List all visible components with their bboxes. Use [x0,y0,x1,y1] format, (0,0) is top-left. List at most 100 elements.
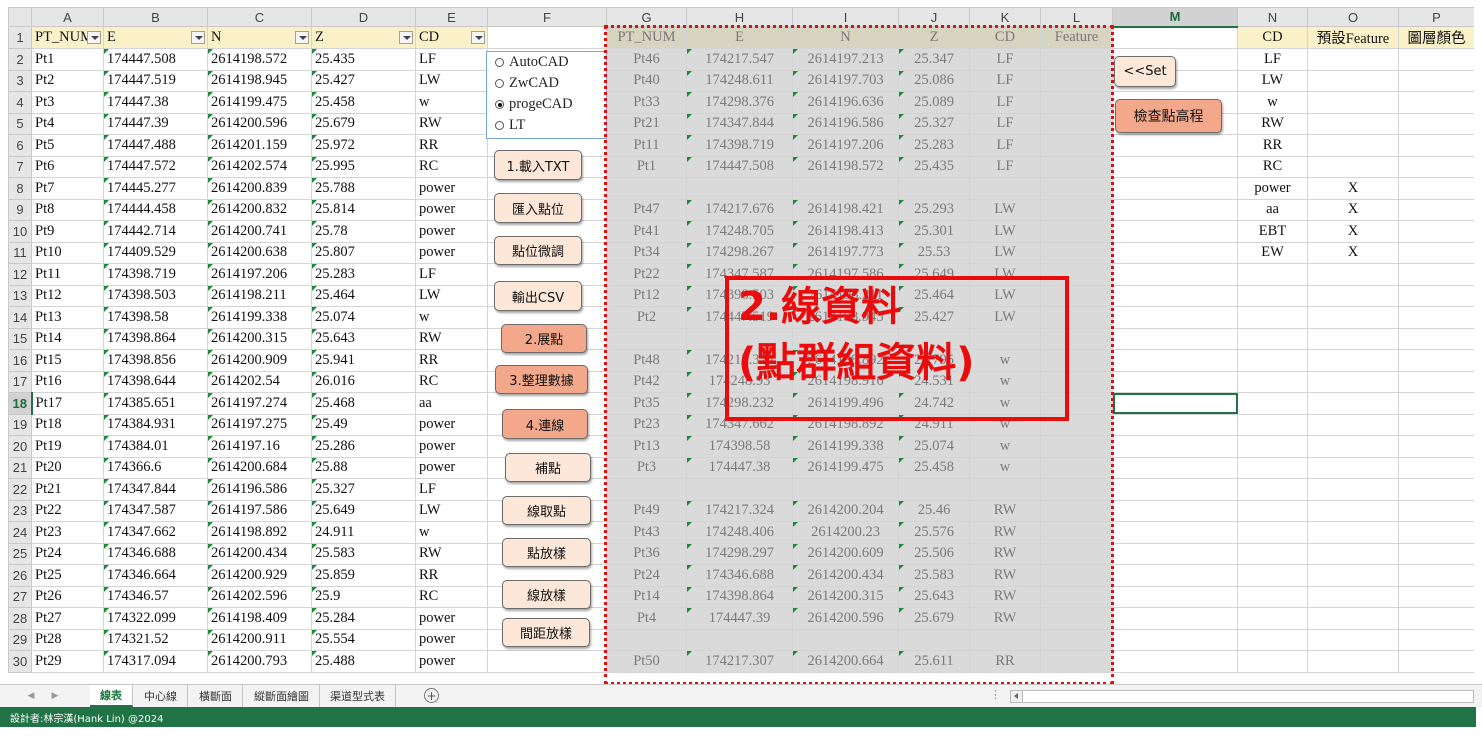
cell-k[interactable]: RW [969,521,1041,544]
cell-j[interactable] [898,628,970,651]
column-header-i[interactable]: I [792,7,899,27]
cell-j[interactable]: 25.464 [898,284,970,307]
add-sheet-icon[interactable]: + [424,688,439,703]
cell-o[interactable]: X [1307,241,1399,264]
column-header-o[interactable]: O [1307,7,1399,27]
cell-k[interactable]: RW [969,585,1041,608]
cell-n[interactable] [1237,413,1308,436]
cell-c[interactable]: 2614197.16 [207,435,312,458]
cell-l[interactable] [1040,91,1113,114]
cell-a[interactable]: Pt11 [31,263,104,286]
cell-a[interactable]: Pt19 [31,435,104,458]
column-header-g[interactable]: G [606,7,687,27]
cad-software-radio-group[interactable]: AutoCAD ZwCAD progeCAD LT [486,51,607,139]
cell-l[interactable] [1040,650,1113,673]
cell-a[interactable]: Pt4 [31,112,104,135]
cell-n[interactable] [1237,284,1308,307]
row-header[interactable]: 12 [8,263,32,286]
cell-k[interactable]: w [969,392,1041,415]
cell-k[interactable]: LW [969,284,1041,307]
cell-b[interactable]: 174398.58 [103,306,208,329]
row-header[interactable]: 2 [8,48,32,71]
header-cell-g[interactable]: PT_NUM [606,26,687,49]
cell-b[interactable]: 174398.864 [103,327,208,350]
row-header[interactable]: 15 [8,327,32,350]
cell-n[interactable] [1237,628,1308,651]
cell-p[interactable] [1398,306,1474,329]
cell-p[interactable] [1398,370,1474,393]
cell-d[interactable]: 25.554 [311,628,416,651]
cell-j[interactable]: 25.089 [898,91,970,114]
cell-m[interactable] [1112,177,1238,200]
header-cell-f[interactable] [487,26,607,49]
cell-g[interactable]: Pt41 [606,220,687,243]
cell-d[interactable]: 25.814 [311,198,416,221]
cell-m[interactable] [1112,241,1238,264]
cell-k[interactable]: RW [969,564,1041,587]
cell-h[interactable]: 174398.503 [686,284,793,307]
cell-h[interactable]: 174217.307 [686,650,793,673]
cell-l[interactable] [1040,155,1113,178]
cell-p[interactable] [1398,220,1474,243]
cell-a[interactable]: Pt13 [31,306,104,329]
cell-h[interactable] [686,177,793,200]
row-header[interactable]: 7 [8,155,32,178]
cell-j[interactable]: 25.427 [898,306,970,329]
cell-h[interactable]: 174447.519 [686,306,793,329]
row-header[interactable]: 14 [8,306,32,329]
cell-m[interactable] [1112,284,1238,307]
cell-e[interactable]: power [415,628,488,651]
cell-c[interactable]: 2614197.274 [207,392,312,415]
cell-h[interactable]: 174248.93 [686,370,793,393]
cell-d[interactable]: 25.941 [311,349,416,372]
cell-n[interactable]: RW [1237,112,1308,135]
radio-zwcad[interactable]: ZwCAD [487,73,606,94]
cell-a[interactable]: Pt27 [31,607,104,630]
cell-c[interactable]: 2614200.911 [207,628,312,651]
cell-l[interactable] [1040,134,1113,157]
filter-dropdown-icon[interactable] [471,31,485,44]
cell-d[interactable]: 25.679 [311,112,416,135]
cell-k[interactable]: LW [969,263,1041,286]
cell-k[interactable] [969,327,1041,350]
cell-i[interactable] [792,628,899,651]
cell-b[interactable]: 174366.6 [103,456,208,479]
cell-b[interactable]: 174347.844 [103,478,208,501]
header-cell-l[interactable]: Feature [1040,26,1113,49]
row-header[interactable]: 27 [8,585,32,608]
cell-d[interactable]: 25.327 [311,478,416,501]
cell-e[interactable]: LW [415,69,488,92]
cell-j[interactable]: 25.611 [898,650,970,673]
more-options-icon[interactable]: ⋮ [990,688,1001,701]
cell-c[interactable]: 2614200.832 [207,198,312,221]
header-cell-o[interactable]: 預設Feature [1307,26,1399,49]
cell-d[interactable]: 25.643 [311,327,416,350]
cell-o[interactable] [1307,542,1399,565]
cell-e[interactable]: RW [415,327,488,350]
cell-j[interactable]: 25.293 [898,198,970,221]
cell-h[interactable]: 174248.705 [686,220,793,243]
cell-a[interactable]: Pt28 [31,628,104,651]
cell-l[interactable] [1040,413,1113,436]
cell-n[interactable] [1237,392,1308,415]
cell-g[interactable] [606,478,687,501]
cell-p[interactable] [1398,48,1474,71]
cell-o[interactable] [1307,48,1399,71]
column-header-b[interactable]: B [103,7,208,27]
cell-a[interactable]: Pt12 [31,284,104,307]
cell-l[interactable] [1040,499,1113,522]
line-pick-points-button[interactable]: 線取點 [502,496,591,525]
cell-n[interactable] [1237,349,1308,372]
row-header[interactable]: 30 [8,650,32,673]
cell-o[interactable] [1307,306,1399,329]
header-cell-d[interactable]: Z [311,26,416,49]
cell-g[interactable]: Pt46 [606,48,687,71]
row-header[interactable]: 4 [8,91,32,114]
cell-k[interactable]: w [969,413,1041,436]
cell-g[interactable]: Pt1 [606,155,687,178]
cell-a[interactable]: Pt29 [31,650,104,673]
cell-j[interactable]: 25.074 [898,435,970,458]
cell-a[interactable]: Pt1 [31,48,104,71]
cell-j[interactable] [898,327,970,350]
cell-g[interactable] [606,177,687,200]
